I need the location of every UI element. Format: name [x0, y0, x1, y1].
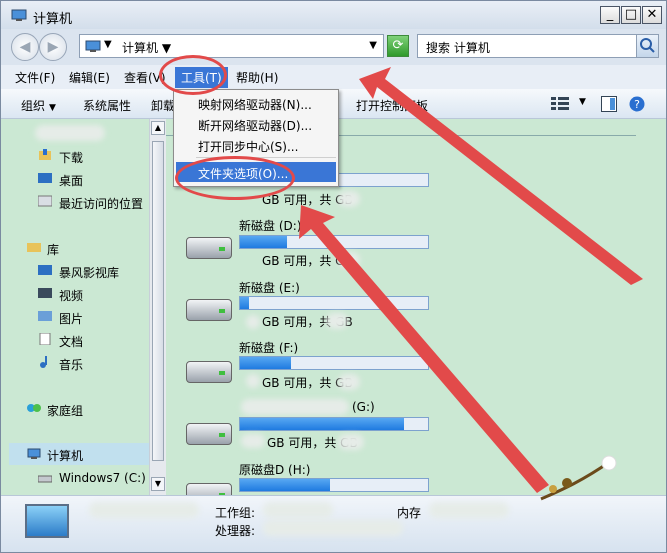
decorative-flower-icon [540, 455, 617, 501]
explorer-window: 计算机 _ □ ✕ ◀ ▶ ▼ 计算机 ▼ ▼ ⟳ 搜索 计算机 文件(F) 编… [0, 0, 667, 553]
arrow-to-folder-options [299, 205, 549, 493]
arrow-to-menu [359, 67, 643, 285]
